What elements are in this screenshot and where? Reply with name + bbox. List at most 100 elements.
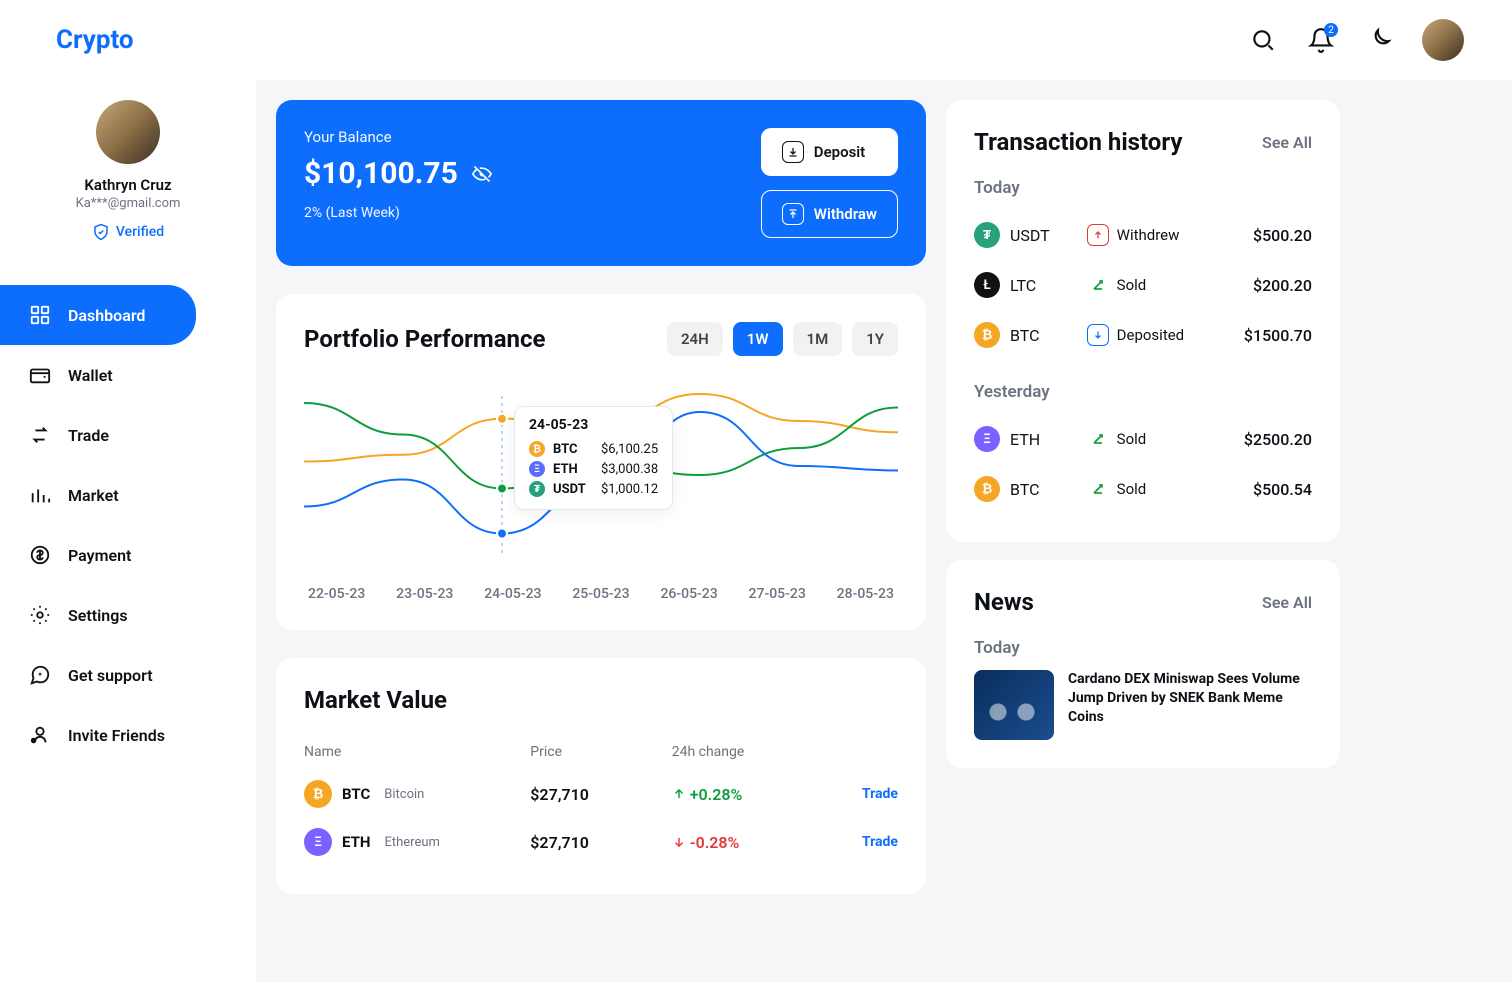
transaction-row[interactable]: ₿BTC Sold $500.54 xyxy=(974,464,1312,514)
withdrew-icon xyxy=(1087,224,1109,246)
balance-amount: $10,100.75 xyxy=(304,156,458,191)
trade-link[interactable]: Trade xyxy=(813,786,898,802)
search-icon[interactable] xyxy=(1248,25,1278,55)
tooltip-row: ₮USDT$1,000.12 xyxy=(529,479,658,499)
coin-price: $27,710 xyxy=(530,785,671,804)
sidebar-item-get-support[interactable]: Get support xyxy=(0,645,256,705)
tx-amount: $200.20 xyxy=(1199,276,1312,295)
theme-toggle-icon[interactable] xyxy=(1364,25,1394,55)
balance-card: Your Balance $10,100.75 2% (Last Week) D… xyxy=(276,100,926,266)
sold-icon xyxy=(1087,274,1109,296)
xaxis-tick: 24-05-23 xyxy=(484,586,541,602)
coin-price: $27,710 xyxy=(530,833,671,852)
sidebar-item-settings[interactable]: Settings xyxy=(0,585,256,645)
eye-off-icon[interactable] xyxy=(472,164,492,184)
tx-amount: $500.54 xyxy=(1199,480,1312,499)
coin-icon: Ξ xyxy=(304,828,332,856)
sidebar-item-dashboard[interactable]: Dashboard xyxy=(0,285,196,345)
market-icon xyxy=(28,483,52,507)
coin-name: Ethereum xyxy=(384,835,439,850)
col-name: Name xyxy=(304,744,530,760)
sold-icon xyxy=(1087,428,1109,450)
portfolio-title: Portfolio Performance xyxy=(304,325,545,353)
sidebar-item-market[interactable]: Market xyxy=(0,465,256,525)
tx-symbol: USDT xyxy=(1010,226,1050,245)
nav-label: Invite Friends xyxy=(68,726,165,745)
transaction-row[interactable]: ₿ BTC Deposited $1500.70 xyxy=(974,310,1312,360)
sidebar-item-invite-friends[interactable]: Invite Friends xyxy=(0,705,256,765)
avatar[interactable] xyxy=(1422,19,1464,61)
deposit-button[interactable]: Deposit xyxy=(761,128,898,176)
coin-symbol: ETH xyxy=(342,833,370,851)
chart-tooltip: 24-05-23 ₿BTC$6,100.25ΞETH$3,000.38₮USDT… xyxy=(514,406,673,510)
nav-label: Settings xyxy=(68,606,128,625)
coin-icon: Ł xyxy=(974,272,1000,298)
range-tab-1w[interactable]: 1W xyxy=(733,322,783,356)
sidebar-item-wallet[interactable]: Wallet xyxy=(0,345,256,405)
nav-label: Market xyxy=(68,486,119,505)
coin-icon: ₿ xyxy=(304,780,332,808)
brand-logo[interactable]: Crypto xyxy=(56,25,134,55)
coin-change: -0.28% xyxy=(672,833,813,852)
portfolio-card: Portfolio Performance 24H 1W 1M 1Y 24-05-23… xyxy=(276,294,926,630)
settings-icon xyxy=(28,603,52,627)
nav-label: Payment xyxy=(68,546,131,565)
shield-check-icon xyxy=(92,223,110,241)
tooltip-date: 24-05-23 xyxy=(529,417,658,433)
deposit-label: Deposit xyxy=(814,143,865,161)
range-tab-1m[interactable]: 1M xyxy=(793,322,843,356)
notifications-icon[interactable]: 2 xyxy=(1306,25,1336,55)
tx-amount: $2500.20 xyxy=(1199,430,1312,449)
trade-link[interactable]: Trade xyxy=(813,834,898,850)
sold-icon xyxy=(1087,478,1109,500)
balance-change: 2% (Last Week) xyxy=(304,205,492,221)
transaction-row[interactable]: ΞETH Sold $2500.20 xyxy=(974,414,1312,464)
transaction-row[interactable]: ŁLTC Sold $200.20 xyxy=(974,260,1312,310)
profile-email: Ka***@gmail.com xyxy=(76,196,181,211)
tx-action-label: Deposited xyxy=(1117,326,1185,344)
tx-action-label: Sold xyxy=(1117,480,1147,498)
xaxis-tick: 23-05-23 xyxy=(396,586,453,602)
tx-group-label: Today xyxy=(974,178,1312,198)
dashboard-icon xyxy=(28,303,52,327)
market-row: Ξ ETH Ethereum $27,710 -0.28% Trade xyxy=(304,818,898,866)
tx-group-label: Yesterday xyxy=(974,382,1312,402)
market-row: ₿BTCBitcoin $27,710 +0.28% Trade xyxy=(304,770,898,818)
news-group-label: Today xyxy=(974,638,1312,658)
withdraw-button[interactable]: Withdraw xyxy=(761,190,898,238)
payment-icon xyxy=(28,543,52,567)
notif-badge: 2 xyxy=(1324,23,1338,37)
trade-icon xyxy=(28,423,52,447)
tx-action-label: Sold xyxy=(1117,430,1147,448)
nav-label: Trade xyxy=(68,426,109,445)
sidebar-item-payment[interactable]: Payment xyxy=(0,525,256,585)
xaxis-tick: 28-05-23 xyxy=(837,586,894,602)
coin-icon: ₿ xyxy=(974,322,1000,348)
news-headline: Cardano DEX Miniswap Sees Volume Jump Dr… xyxy=(1068,670,1312,740)
news-item[interactable]: Cardano DEX Miniswap Sees Volume Jump Dr… xyxy=(974,670,1312,740)
tx-symbol: BTC xyxy=(1010,326,1040,345)
verified-badge: Verified xyxy=(92,223,164,241)
xaxis-tick: 26-05-23 xyxy=(660,586,717,602)
support-icon xyxy=(28,663,52,687)
nav-label: Get support xyxy=(68,666,153,685)
transactions-seeall[interactable]: See All xyxy=(1262,133,1312,152)
tx-symbol: ETH xyxy=(1010,430,1040,449)
sidebar-item-trade[interactable]: Trade xyxy=(0,405,256,465)
nav-label: Dashboard xyxy=(68,306,145,325)
tooltip-row: ΞETH$3,000.38 xyxy=(529,459,658,479)
range-tab-1y[interactable]: 1Y xyxy=(852,322,898,356)
nav-label: Wallet xyxy=(68,366,113,385)
news-thumbnail xyxy=(974,670,1054,740)
tx-amount: $1500.70 xyxy=(1199,326,1312,345)
xaxis-tick: 25-05-23 xyxy=(572,586,629,602)
news-seeall[interactable]: See All xyxy=(1262,593,1312,612)
range-tab-24h[interactable]: 24H xyxy=(667,322,723,356)
coin-icon: ₿ xyxy=(974,476,1000,502)
transaction-row[interactable]: ₮USDT Withdrew $500.20 xyxy=(974,210,1312,260)
tx-action-label: Withdrew xyxy=(1117,226,1180,244)
market-card: Market Value Name Price 24h change ₿BTCB… xyxy=(276,658,926,894)
tx-action-label: Sold xyxy=(1117,276,1147,294)
coin-dot-icon: Ξ xyxy=(529,461,545,477)
profile-avatar[interactable] xyxy=(96,100,160,164)
